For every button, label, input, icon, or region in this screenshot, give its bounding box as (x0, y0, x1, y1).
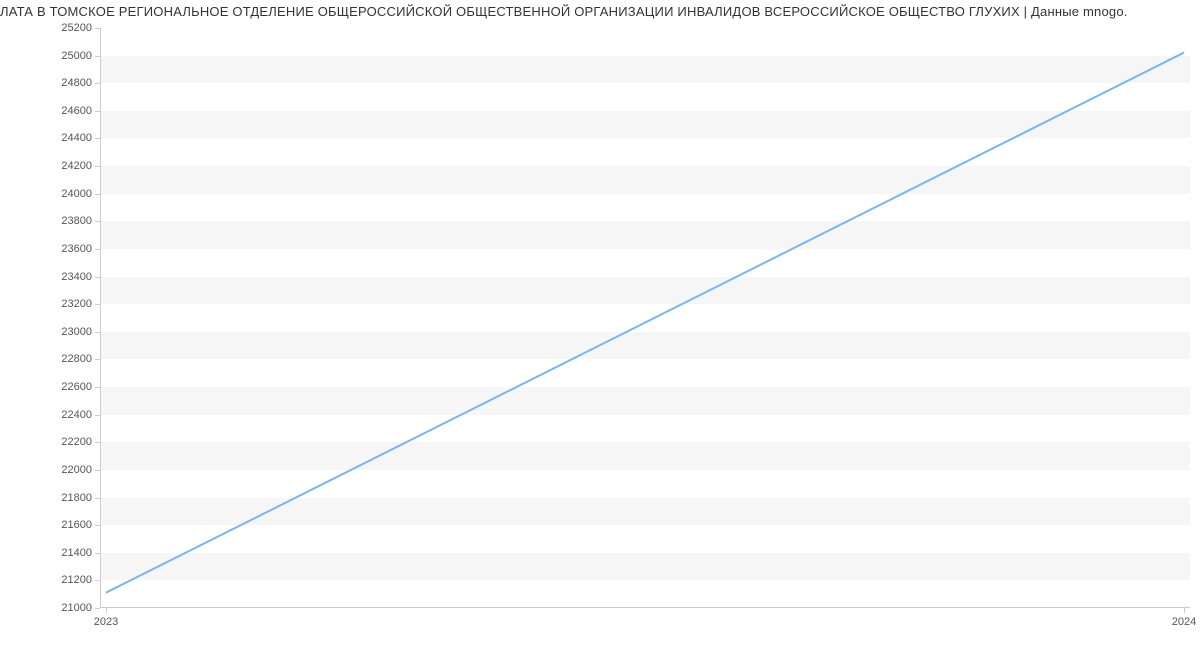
chart-container: ЛАТА В ТОМСКОЕ РЕГИОНАЛЬНОЕ ОТДЕЛЕНИЕ ОБ… (0, 0, 1200, 650)
y-tick-label: 21800 (61, 492, 92, 504)
y-tick-label: 23200 (61, 298, 92, 310)
x-tick-label: 2024 (1172, 616, 1196, 628)
y-tick-label: 24600 (61, 105, 92, 117)
y-tick-label: 22200 (61, 436, 92, 448)
y-tick-label: 23400 (61, 271, 92, 283)
chart-title: ЛАТА В ТОМСКОЕ РЕГИОНАЛЬНОЕ ОТДЕЛЕНИЕ ОБ… (0, 0, 1200, 19)
y-tick-label: 24200 (61, 160, 92, 172)
y-tick-label: 23000 (61, 326, 92, 338)
y-tick-label: 22800 (61, 353, 92, 365)
line-svg (100, 28, 1190, 608)
plot-area: 2100021200214002160021800220002220022400… (100, 28, 1190, 608)
y-tick-label: 22000 (61, 464, 92, 476)
y-tick-label: 21200 (61, 574, 92, 586)
x-tick-label: 2023 (94, 616, 118, 628)
data-line (106, 53, 1184, 593)
x-tick-mark (106, 608, 107, 613)
y-tick-label: 22400 (61, 409, 92, 421)
y-tick-label: 23600 (61, 243, 92, 255)
y-tick-label: 24000 (61, 188, 92, 200)
x-tick-mark (1184, 608, 1185, 613)
y-tick-label: 21400 (61, 547, 92, 559)
y-tick-label: 25200 (61, 22, 92, 34)
y-tick-label: 21600 (61, 519, 92, 531)
y-tick-label: 23800 (61, 215, 92, 227)
y-tick-mark (95, 608, 100, 609)
y-tick-label: 25000 (61, 50, 92, 62)
y-tick-label: 24400 (61, 132, 92, 144)
y-tick-label: 21000 (61, 602, 92, 614)
y-tick-label: 24800 (61, 77, 92, 89)
y-tick-label: 22600 (61, 381, 92, 393)
